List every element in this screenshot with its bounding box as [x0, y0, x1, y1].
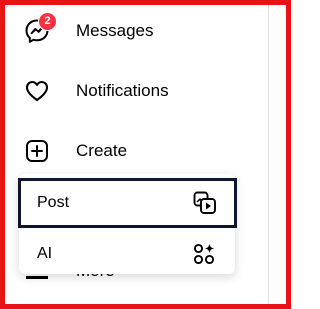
nav-item-notifications[interactable]: Notifications — [24, 71, 244, 111]
menu-item-label: Post — [37, 194, 70, 211]
unread-badge: 2 — [38, 12, 57, 31]
heart-icon — [24, 78, 50, 104]
ai-sparkle-icon — [191, 241, 217, 267]
nav-item-messages[interactable]: 2 Messages — [24, 11, 244, 51]
plus-square-icon — [24, 138, 50, 164]
nav-item-label: Messages — [76, 21, 154, 40]
post-media-icon — [192, 190, 218, 216]
messenger-icon: 2 — [24, 12, 57, 44]
create-menu: Post AI — [18, 174, 237, 277]
menu-item-ai[interactable]: AI — [19, 230, 235, 277]
menu-item-label: AI — [37, 244, 53, 262]
menu-item-post[interactable]: Post — [18, 178, 237, 228]
sidebar-divider — [268, 5, 269, 304]
nav-item-create[interactable]: Create — [24, 131, 244, 171]
nav-item-label: Create — [76, 141, 128, 160]
nav-item-label: Notifications — [76, 81, 169, 100]
